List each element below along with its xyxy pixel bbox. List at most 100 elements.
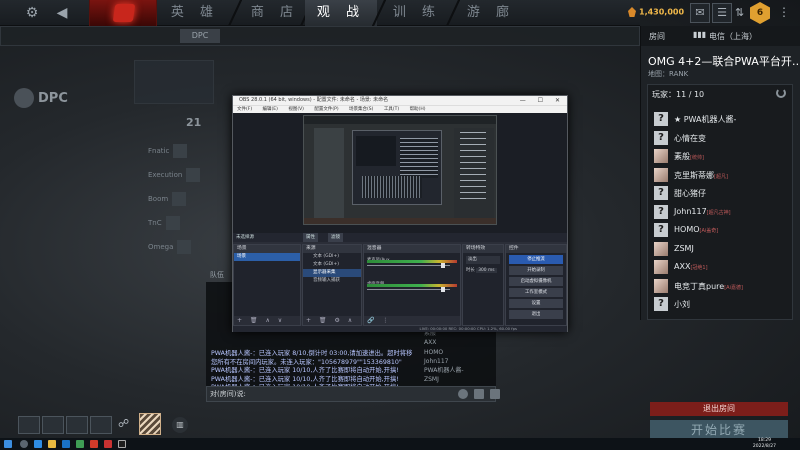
- player-name-text: 心情在变: [674, 133, 706, 143]
- menu-tools[interactable]: 工具(T): [384, 107, 399, 112]
- sources-toolbar[interactable]: + 🗑 ⚙ ∧ ∨: [303, 316, 361, 333]
- team-row[interactable]: Boom: [148, 192, 203, 212]
- volume-knob[interactable]: [440, 263, 445, 268]
- mixer-dock-title: 混音器: [364, 245, 460, 253]
- obs-taskbar-icon[interactable]: [118, 440, 126, 448]
- tab-heroes[interactable]: 英 雄: [160, 0, 230, 26]
- no-source-label: 未选择源: [236, 235, 254, 240]
- edge-icon[interactable]: [34, 440, 42, 448]
- menu-edit[interactable]: 编辑(E): [263, 107, 278, 112]
- start-match-button[interactable]: 开始比赛: [650, 420, 788, 440]
- dota-logo-button[interactable]: [89, 0, 157, 26]
- player-rank: [冠绝1]: [690, 265, 708, 271]
- emoji-icon[interactable]: [458, 389, 468, 399]
- dpc-tab[interactable]: DPC: [180, 29, 220, 43]
- volume-slider[interactable]: [367, 289, 450, 290]
- dota-taskbar-icon[interactable]: [90, 440, 98, 448]
- gold-icon: [628, 7, 636, 17]
- scene-item[interactable]: 场景: [234, 253, 300, 261]
- menu-dots-icon[interactable]: ⋮: [778, 5, 790, 19]
- player-row[interactable]: ? HOMO[Ai盖奇]: [654, 222, 786, 239]
- tab-arcade[interactable]: 游 廊: [456, 0, 526, 26]
- duration-input[interactable]: 300 ms: [476, 268, 497, 273]
- menu-scene-collection[interactable]: 场景集合(S): [349, 107, 373, 112]
- hero-portrait[interactable]: [139, 413, 161, 435]
- obs-title-bar: OBS 28.0.1 (64 bit, windows) - 配置文件: 未命名…: [233, 96, 567, 105]
- bottom-hud: [0, 410, 640, 438]
- app-icon[interactable]: [104, 440, 112, 448]
- window-controls[interactable]: — ☐ ✕: [520, 96, 565, 105]
- menu-file[interactable]: 文件(F): [237, 107, 252, 112]
- player-row[interactable]: 克里斯蒂娜[超凡]: [654, 167, 786, 184]
- player-row[interactable]: ZSMJ: [654, 241, 786, 258]
- room-server[interactable]: 电信（上海）: [709, 31, 757, 42]
- volume-knob[interactable]: [440, 287, 445, 292]
- team-row[interactable]: Omega: [148, 240, 203, 260]
- image-icon[interactable]: [473, 389, 484, 399]
- team-row[interactable]: Execution: [148, 168, 203, 188]
- mixer-toolbar[interactable]: 🔗 ⋮: [364, 316, 460, 325]
- party-slot[interactable]: [42, 416, 64, 434]
- source-item[interactable]: 文本 (GDI+): [303, 253, 361, 261]
- stop-streaming-button[interactable]: 停止推流: [509, 255, 563, 264]
- party-slot[interactable]: [66, 416, 88, 434]
- store-icon[interactable]: [62, 440, 70, 448]
- team-row[interactable]: TnC: [148, 216, 203, 236]
- player-row[interactable]: ? John117[超凡古神]: [654, 204, 786, 221]
- gear-icon[interactable]: ⚙: [22, 3, 42, 23]
- filters-button[interactable]: 滤镜: [328, 233, 343, 242]
- player-row[interactable]: ? 心情在变: [654, 130, 786, 147]
- volume-slider[interactable]: [367, 265, 450, 266]
- player-row[interactable]: 素般[统帅]: [654, 148, 786, 165]
- player-row[interactable]: ? 小刘: [654, 296, 786, 313]
- source-item[interactable]: 显示器采集: [303, 269, 361, 277]
- transition-select[interactable]: 淡出: [466, 256, 500, 264]
- menu-view[interactable]: 视图(V): [288, 107, 304, 112]
- party-invite-icon[interactable]: ☍: [118, 417, 129, 430]
- scenes-toolbar[interactable]: + 🗑 ∧ ∨: [234, 316, 300, 325]
- windows-start-icon[interactable]: [4, 440, 12, 448]
- dpc-score: 21: [186, 116, 202, 129]
- properties-button[interactable]: 属性: [303, 233, 318, 242]
- player-name: HOMO[Ai盖奇]: [674, 225, 718, 234]
- player-row[interactable]: 电竞丁真pure[Ai嘉德]: [654, 278, 786, 295]
- folder-icon[interactable]: [48, 440, 56, 448]
- start-recording-button[interactable]: 开始录制: [509, 266, 563, 275]
- obs-window[interactable]: OBS 28.0.1 (64 bit, windows) - 配置文件: 未命名…: [232, 95, 568, 333]
- player-row[interactable]: ? 甜心猪仔: [654, 185, 786, 202]
- chat-member-name[interactable]: John117: [424, 357, 464, 366]
- settings-icon[interactable]: [489, 389, 500, 399]
- settings-button[interactable]: 设置: [509, 299, 563, 308]
- source-item[interactable]: 文本 (GDI+): [303, 261, 361, 269]
- source-item[interactable]: 音频输入捕获: [303, 277, 361, 285]
- menu-help[interactable]: 帮助(H): [410, 107, 426, 112]
- player-row[interactable]: ? ★ PWA机器人酱-: [654, 111, 786, 128]
- exit-button[interactable]: 退出: [509, 310, 563, 319]
- chat-member-name[interactable]: HOMO: [424, 348, 464, 357]
- player-row[interactable]: AXX[冠绝1]: [654, 259, 786, 276]
- tab-watch[interactable]: 观 战: [305, 0, 377, 26]
- studio-mode-button[interactable]: 工作室模式: [509, 288, 563, 297]
- menu-profile[interactable]: 配置文件(P): [314, 107, 338, 112]
- level-badge[interactable]: 6: [750, 2, 770, 24]
- player-avatar: [654, 278, 668, 293]
- chat-member-name[interactable]: AXX: [424, 338, 464, 347]
- virtual-camera-button[interactable]: 启动虚拟摄像机: [509, 277, 563, 286]
- tab-learn[interactable]: 训 练: [382, 0, 452, 26]
- chat-member-name[interactable]: ZSMJ: [424, 375, 464, 384]
- volume-icon[interactable]: ⇅: [735, 6, 744, 19]
- party-slot[interactable]: [18, 416, 40, 434]
- chat-member-name[interactable]: PWA机器人酱-: [424, 366, 464, 375]
- chat-input[interactable]: 对(房间)说:: [206, 386, 496, 402]
- party-slot[interactable]: [90, 416, 112, 434]
- player-rank: [Ai嘉德]: [724, 284, 743, 291]
- chat-bubble-button[interactable]: ✉: [690, 3, 710, 23]
- friends-button[interactable]: ☰: [712, 3, 732, 23]
- back-arrow-icon[interactable]: ◀: [52, 3, 72, 23]
- shop-icon[interactable]: ▥: [172, 417, 188, 433]
- obs-preview-canvas[interactable]: [303, 115, 497, 225]
- app-icon[interactable]: [76, 440, 84, 448]
- leave-room-button[interactable]: 退出房间: [650, 402, 788, 416]
- search-icon[interactable]: [20, 440, 28, 448]
- team-row[interactable]: Fnatic: [148, 144, 203, 164]
